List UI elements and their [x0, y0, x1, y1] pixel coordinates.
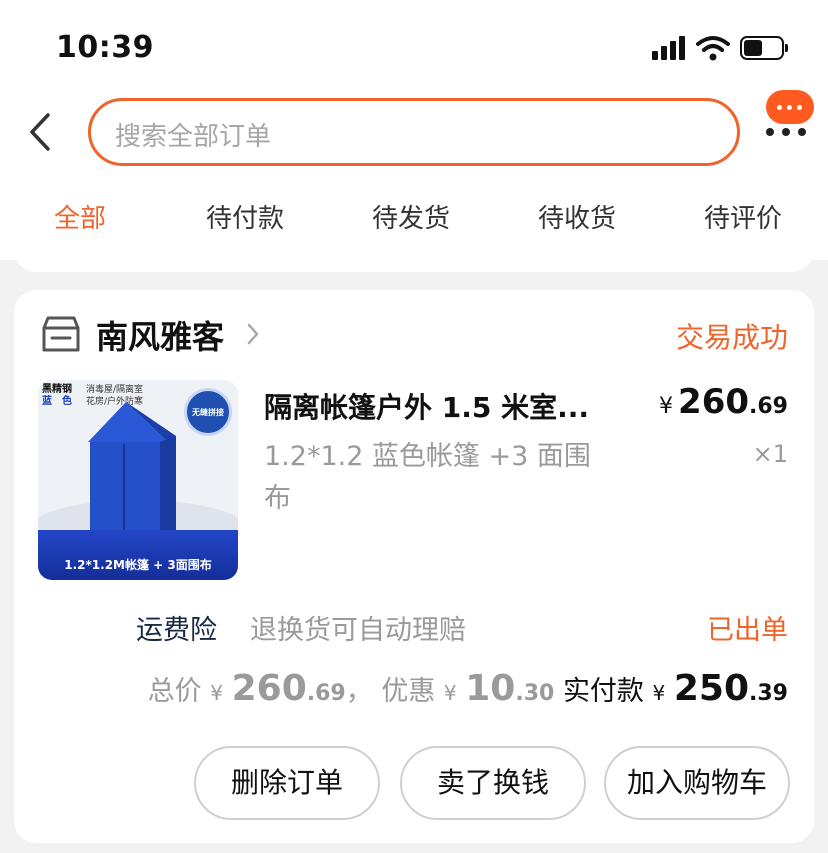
order-status: 交易成功	[675, 321, 788, 354]
add-to-cart-button[interactable]: 加入购物车	[604, 746, 790, 820]
order-card[interactable]: 南风雅客 交易成功 黑精钢 蓝 色 消毒屋/隔离室 花房/户外防寒 无缝拼接 1…	[14, 290, 814, 843]
back-icon[interactable]	[26, 112, 56, 152]
product-image[interactable]: 黑精钢 蓝 色 消毒屋/隔离室 花房/户外防寒 无缝拼接 1.2*1.2M帐篷 …	[38, 380, 238, 580]
tab-all[interactable]: 全部	[54, 198, 106, 235]
product-price: ¥ 260.69	[658, 382, 788, 422]
tab-pending-shipment[interactable]: 待发货	[372, 198, 450, 235]
resell-button[interactable]: 卖了换钱	[400, 746, 586, 820]
battery-icon	[740, 36, 788, 60]
signal-icon	[652, 36, 686, 60]
shop-name[interactable]: 南风雅客	[96, 312, 224, 358]
tab-pending-receipt[interactable]: 待收货	[538, 198, 616, 235]
store-icon	[42, 316, 80, 352]
product-title[interactable]: 隔离帐篷户外 1.5 米室...	[264, 386, 614, 426]
wifi-icon	[696, 36, 730, 61]
shipping-insurance-status: 已出单	[707, 615, 788, 646]
shipping-insurance-label[interactable]: 运费险	[136, 608, 217, 647]
tab-pending-payment[interactable]: 待付款	[206, 198, 284, 235]
product-quantity: ×1	[752, 440, 788, 468]
delete-order-button[interactable]: 删除订单	[194, 746, 380, 820]
order-totals: 总价 ¥ 260.69， 优惠 ¥ 10.30 实付款 ¥ 250.39	[147, 668, 788, 709]
top-bar: 10:39 搜索全部订单 全部 待付款 待发货 待收货 待评价	[0, 0, 828, 260]
message-icon[interactable]	[766, 90, 814, 124]
tab-pending-review[interactable]: 待评价	[704, 198, 782, 235]
chevron-right-icon	[247, 323, 259, 345]
search-input[interactable]: 搜索全部订单	[88, 98, 740, 166]
previous-order-card	[14, 238, 814, 272]
shipping-insurance-desc: 退换货可自动理赔	[250, 615, 466, 646]
search-placeholder: 搜索全部订单	[115, 122, 272, 152]
more-icon[interactable]	[766, 128, 806, 136]
product-image-caption: 1.2*1.2M帐篷 + 3面围布	[64, 558, 212, 572]
product-sku: 1.2*1.2 蓝色帐篷 +3 面围布	[264, 441, 591, 514]
status-time: 10:39	[56, 30, 154, 65]
